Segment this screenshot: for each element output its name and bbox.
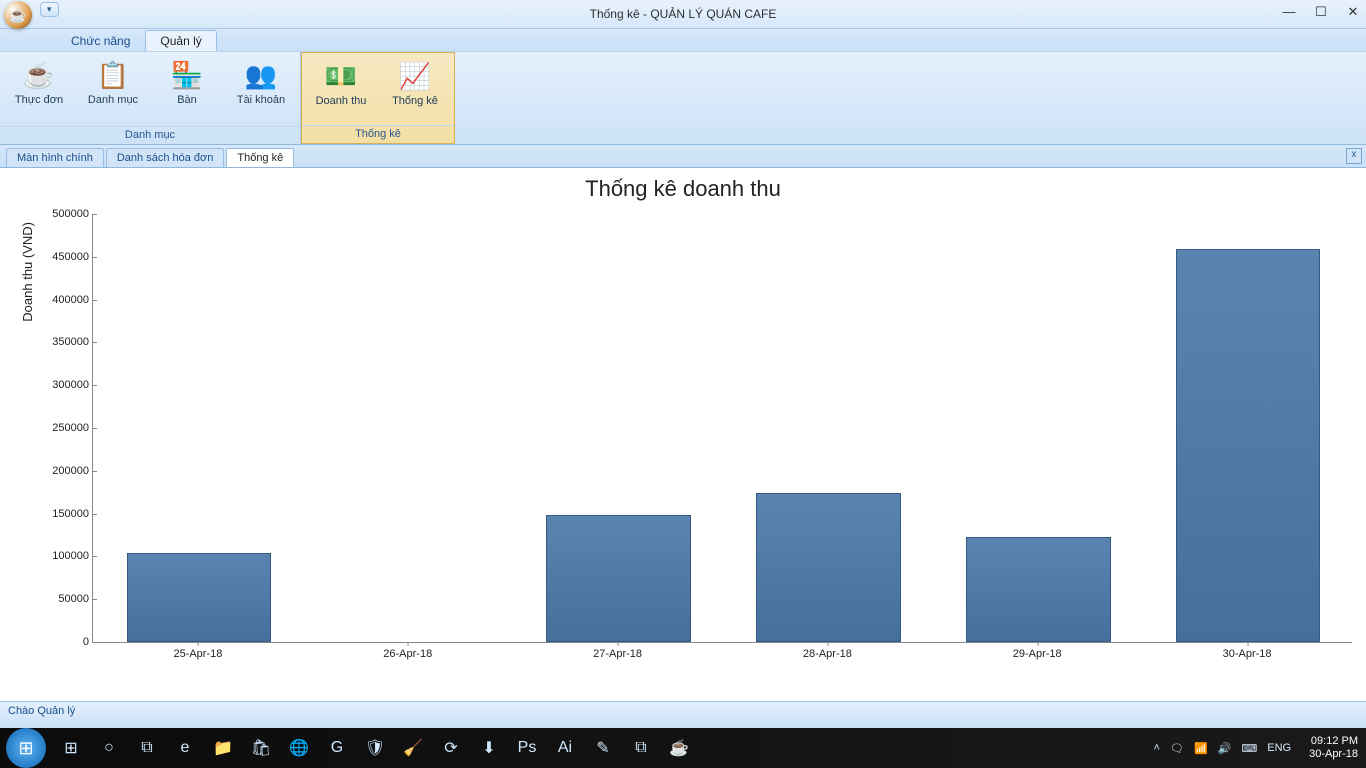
taskbar-app-icon[interactable]: ○ xyxy=(92,733,126,763)
bar-column: 26-Apr-18 xyxy=(303,214,513,642)
taskbar-app-icon[interactable]: ⊞ xyxy=(54,733,88,763)
tài khoản-icon: 👥 xyxy=(245,58,277,92)
doanh thu-icon: 💵 xyxy=(325,59,357,93)
x-tick: 25-Apr-18 xyxy=(173,642,222,660)
chart-panel: Thống kê doanh thu Doanh thu (VND) 25-Ap… xyxy=(0,168,1366,701)
x-tick: 28-Apr-18 xyxy=(803,642,852,660)
doc-tab-màn-hình-chính[interactable]: Màn hình chính xyxy=(6,148,104,167)
tray-icon[interactable]: ⌨ xyxy=(1241,742,1257,755)
plot-area: 25-Apr-1826-Apr-1827-Apr-1828-Apr-1829-A… xyxy=(92,214,1352,643)
y-tick: 100000 xyxy=(52,550,93,562)
app-icon xyxy=(4,1,32,29)
y-tick: 250000 xyxy=(52,422,93,434)
close-tab-button[interactable]: x xyxy=(1346,148,1362,164)
tray-icon[interactable]: 🔊 xyxy=(1218,742,1232,755)
taskbar-app-icon[interactable]: ⧉ xyxy=(624,733,658,763)
taskbar-app-icon[interactable]: ✎ xyxy=(586,733,620,763)
ribbon-button-tài-khoản[interactable]: 👥Tài khoản xyxy=(224,56,298,108)
taskbar-clock: 09:12 PM 30-Apr-18 xyxy=(1301,735,1366,761)
y-tick: 350000 xyxy=(52,336,93,348)
bàn-icon: 🏪 xyxy=(171,58,203,92)
ribbon-tabs: Chức năngQuản lý xyxy=(0,29,1366,51)
taskbar-app-icon[interactable]: 🛡 xyxy=(358,733,392,763)
y-tick: 300000 xyxy=(52,379,93,391)
ribbon-group-thống-kê: 💵Doanh thu📈Thống kêThống kê xyxy=(301,52,455,144)
taskbar-app-icon[interactable]: 📁 xyxy=(206,733,240,763)
tray-icon[interactable]: ˄ xyxy=(1154,742,1160,754)
taskbar-app-icon[interactable]: G xyxy=(320,733,354,763)
taskbar-app-icon[interactable]: ⬇ xyxy=(472,733,506,763)
ribbon-button-doanh-thu[interactable]: 💵Doanh thu xyxy=(304,57,378,109)
ribbon-button-bàn[interactable]: 🏪Bàn xyxy=(150,56,224,108)
y-axis-label: Doanh thu (VND) xyxy=(20,222,35,322)
y-tick: 0 xyxy=(83,636,93,648)
status-bar: Chào Quản lý xyxy=(0,701,1366,728)
tray-icon[interactable]: ENG xyxy=(1267,742,1291,754)
ribbon-tab-chức-năng[interactable]: Chức năng xyxy=(56,30,145,51)
window-title: Thống kê - QUẢN LÝ QUÁN CAFE xyxy=(590,7,777,21)
chart-title: Thống kê doanh thu xyxy=(0,168,1366,206)
taskbar: ⊞ ⊞○⧉e📁🛍🌐G🛡🧹⟳⬇PsAi✎⧉☕ ˄🗨📶🔊⌨ENG 09:12 PM … xyxy=(0,728,1366,768)
bar-column: 29-Apr-18 xyxy=(932,214,1142,642)
minimize-button[interactable]: — xyxy=(1282,4,1296,20)
bar-column: 30-Apr-18 xyxy=(1142,214,1352,642)
quick-access-toolbar[interactable]: ▾ xyxy=(40,2,59,17)
bar xyxy=(756,493,901,642)
taskbar-app-icon[interactable]: 🛍 xyxy=(244,733,278,763)
tray-icon[interactable]: 🗨 xyxy=(1170,742,1184,755)
taskbar-app-icon[interactable]: e xyxy=(168,733,202,763)
y-tick: 500000 xyxy=(52,208,93,220)
maximize-button[interactable]: ☐ xyxy=(1314,4,1328,20)
document-tabs: Màn hình chínhDanh sách hóa đơnThống kê x xyxy=(0,145,1366,168)
taskbar-app-icon[interactable]: ⧉ xyxy=(130,733,164,763)
taskbar-app-icon[interactable]: ☕ xyxy=(662,733,696,763)
y-tick: 400000 xyxy=(52,294,93,306)
x-tick: 30-Apr-18 xyxy=(1223,642,1272,660)
doc-tab-thống-kê[interactable]: Thống kê xyxy=(226,148,294,167)
start-button[interactable]: ⊞ xyxy=(6,728,46,768)
y-tick: 50000 xyxy=(58,593,93,605)
taskbar-app-icon[interactable]: Ps xyxy=(510,733,544,763)
bar-column: 28-Apr-18 xyxy=(722,214,932,642)
titlebar: ▾ Thống kê - QUẢN LÝ QUÁN CAFE — ☐ ✕ xyxy=(0,0,1366,29)
tray-icon[interactable]: 📶 xyxy=(1194,742,1208,755)
ribbon-button-danh-mục[interactable]: 📋Danh mục xyxy=(76,56,150,108)
y-tick: 150000 xyxy=(52,508,93,520)
bar xyxy=(966,537,1111,642)
thống kê-icon: 📈 xyxy=(399,59,431,93)
bar xyxy=(546,515,691,642)
taskbar-app-icon[interactable]: 🧹 xyxy=(396,733,430,763)
ribbon-group-danh-mục: ☕Thực đơn📋Danh mục🏪Bàn👥Tài khoảnDanh mục xyxy=(0,52,301,144)
x-tick: 27-Apr-18 xyxy=(593,642,642,660)
doc-tab-danh-sách-hóa-đơn[interactable]: Danh sách hóa đơn xyxy=(106,148,225,167)
x-tick: 26-Apr-18 xyxy=(383,642,432,660)
thực đơn-icon: ☕ xyxy=(23,58,55,92)
taskbar-app-icon[interactable]: Ai xyxy=(548,733,582,763)
y-tick: 200000 xyxy=(52,465,93,477)
taskbar-app-icon[interactable]: 🌐 xyxy=(282,733,316,763)
x-tick: 29-Apr-18 xyxy=(1013,642,1062,660)
bar-column: 27-Apr-18 xyxy=(513,214,723,642)
bar xyxy=(127,553,272,642)
bar-column: 25-Apr-18 xyxy=(93,214,303,642)
y-tick: 450000 xyxy=(52,251,93,263)
ribbon-button-thực-đơn[interactable]: ☕Thực đơn xyxy=(2,56,76,108)
close-button[interactable]: ✕ xyxy=(1346,4,1360,20)
danh mục-icon: 📋 xyxy=(97,58,129,92)
ribbon: ☕Thực đơn📋Danh mục🏪Bàn👥Tài khoảnDanh mục… xyxy=(0,51,1366,145)
ribbon-tab-quản-lý[interactable]: Quản lý xyxy=(145,30,216,51)
taskbar-app-icon[interactable]: ⟳ xyxy=(434,733,468,763)
bar xyxy=(1176,249,1321,642)
ribbon-button-thống-kê[interactable]: 📈Thống kê xyxy=(378,57,452,109)
